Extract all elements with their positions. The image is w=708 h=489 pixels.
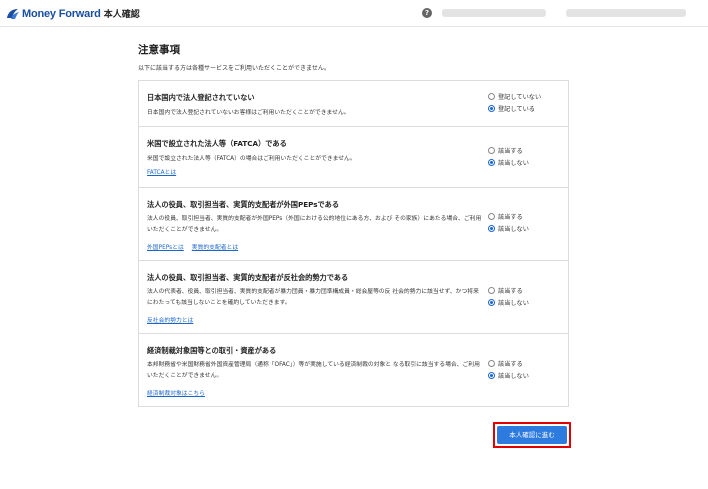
radio-button[interactable]	[488, 359, 495, 367]
question-description: 法人の代表者、役員、取引担当者、実質的支配者が暴力団員・暴力団準構成員・総会屋等…	[147, 289, 479, 306]
page-label: 本人確認	[103, 10, 140, 20]
radio-button-selected[interactable]	[488, 224, 495, 232]
question-description: 本邦財務省や米国財務省外国資産管理局（通称「OFAC」）等が実施している経済制裁…	[147, 362, 480, 379]
radio-button-selected[interactable]	[488, 298, 495, 306]
foreign-peps-link[interactable]: 外国PEPsとは	[147, 245, 184, 251]
question-title: 法人の役員、取引担当者、実質的支配者が反社会的勢力である	[147, 273, 349, 282]
help-icon[interactable]: ?	[422, 8, 432, 18]
radio-label: 該当しない	[498, 372, 529, 380]
radio-label: 登記している	[498, 105, 535, 113]
question-description: 法人の役員、取引担当者、実質的支配者が外国PEPs（外国における公的地位にある方…	[147, 216, 482, 233]
radio-group: 該当する 該当しない	[488, 357, 529, 381]
fatca-link[interactable]: FATCAとは	[147, 167, 176, 176]
radio-label: 登記していない	[498, 93, 542, 101]
radio-option[interactable]: 該当する	[488, 357, 529, 369]
radio-option[interactable]: 登記している	[488, 102, 541, 114]
radio-button[interactable]	[488, 212, 495, 220]
radio-group: 該当する 該当しない	[488, 284, 529, 308]
radio-button[interactable]	[488, 286, 495, 294]
link-group: 外国PEPsとは 実質的支配者とは	[147, 242, 238, 251]
radio-option[interactable]: 該当する	[488, 144, 529, 156]
radio-button-selected[interactable]	[488, 371, 495, 379]
beneficial-owner-link[interactable]: 実質的支配者とは	[192, 245, 238, 251]
notice-subtitle: 以下に該当する方は各種サービスをご利用いただくことができません。	[138, 65, 330, 72]
logo-mark-icon	[7, 8, 19, 19]
radio-label: 該当しない	[498, 159, 529, 167]
question-row-fatca: 米国で設立された法人等（FATCA）である 米国で設立された法人等（FATCA）…	[139, 127, 568, 188]
question-row-registration: 日本国内で法人登記されていない 日本国内で法人登記されていないお客様はご利用いた…	[139, 81, 568, 127]
question-title: 経済制裁対象国等との取引・資産がある	[147, 346, 277, 355]
radio-button-selected[interactable]	[488, 104, 495, 112]
eligibility-questions: 日本国内で法人登記されていない 日本国内で法人登記されていないお客様はご利用いた…	[138, 80, 569, 407]
radio-button-selected[interactable]	[488, 158, 495, 166]
proceed-identity-verification-button[interactable]: 本人確認に進む	[497, 426, 567, 444]
radio-option[interactable]: 該当する	[488, 284, 529, 296]
money-forward-logo[interactable]: Money Forward 本人確認	[6, 7, 140, 20]
user-info-redacted	[566, 9, 686, 17]
radio-label: 該当しない	[498, 225, 529, 233]
radio-group: 登記していない 登記している	[488, 90, 541, 114]
radio-label: 該当する	[498, 287, 523, 295]
sanctions-link[interactable]: 経済制裁対象はこちら	[147, 388, 205, 397]
radio-option[interactable]: 該当しない	[488, 222, 529, 234]
radio-label: 該当する	[498, 213, 523, 221]
question-title: 日本国内で法人登記されていない	[147, 93, 255, 102]
radio-option[interactable]: 該当しない	[488, 156, 529, 168]
radio-label: 該当しない	[498, 299, 529, 307]
radio-option[interactable]: 該当しない	[488, 296, 529, 308]
question-row-sanctions: 経済制裁対象国等との取引・資産がある 本邦財務省や米国財務省外国資産管理局（通称…	[139, 334, 568, 406]
question-title: 法人の役員、取引担当者、実質的支配者が外国PEPsである	[147, 200, 340, 209]
notice-title: 注意事項	[138, 44, 180, 56]
radio-option[interactable]: 登記していない	[488, 90, 541, 102]
account-info-redacted	[442, 9, 546, 17]
question-description: 日本国内で法人登記されていないお客様はご利用いただくことができません。	[147, 110, 350, 116]
radio-label: 該当する	[498, 360, 523, 368]
top-header: Money Forward 本人確認 ?	[0, 0, 708, 27]
question-row-antisocial: 法人の役員、取引担当者、実質的支配者が反社会的勢力である 法人の代表者、役員、取…	[139, 261, 568, 334]
question-row-peps: 法人の役員、取引担当者、実質的支配者が外国PEPsである 法人の役員、取引担当者…	[139, 188, 568, 261]
radio-group: 該当する 該当しない	[488, 210, 529, 234]
radio-option[interactable]: 該当しない	[488, 369, 529, 381]
radio-button[interactable]	[488, 146, 495, 154]
radio-label: 該当する	[498, 147, 523, 155]
question-description: 米国で設立された法人等（FATCA）の場合はご利用いただくことができません。	[147, 156, 356, 162]
radio-option[interactable]: 該当する	[488, 210, 529, 222]
brand-name: Money Forward	[22, 7, 101, 20]
radio-group: 該当する 該当しない	[488, 144, 529, 168]
question-title: 米国で設立された法人等（FATCA）である	[147, 139, 287, 148]
antisocial-forces-link[interactable]: 反社会的勢力とは	[147, 315, 193, 324]
radio-button[interactable]	[488, 92, 495, 100]
